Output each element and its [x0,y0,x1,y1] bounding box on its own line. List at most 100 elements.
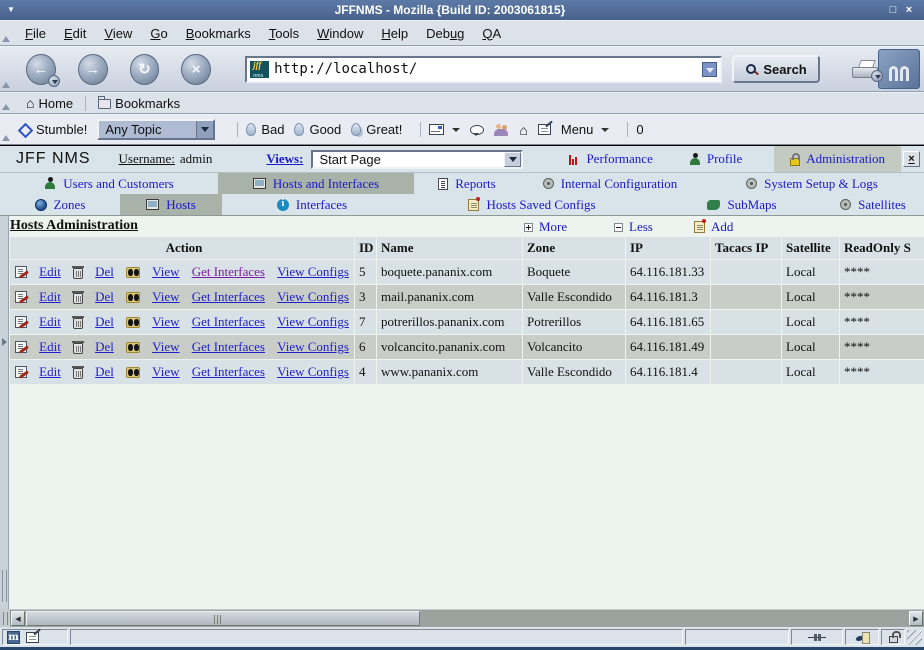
edit-icon[interactable] [15,291,27,303]
trash-icon[interactable] [73,318,83,329]
stumble-home-button[interactable]: ⌂ [519,123,527,137]
friends-button[interactable] [494,124,509,136]
edit-link[interactable]: Edit [39,264,61,280]
add-link[interactable]: Add [694,219,733,235]
get-interfaces-link[interactable]: Get Interfaces [192,264,265,280]
menu-go[interactable]: Go [141,23,176,44]
less-link[interactable]: Less [614,219,653,235]
binoculars-icon[interactable] [126,367,140,378]
home-button[interactable]: ⌂ Home [22,96,77,111]
tab-hosts-and-interfaces[interactable]: Hosts and Interfaces [218,173,414,194]
del-link[interactable]: Del [95,364,114,380]
search-button[interactable]: Search [732,55,819,83]
edit-icon[interactable] [15,366,27,378]
security-panel[interactable] [881,629,905,645]
del-link[interactable]: Del [95,264,114,280]
binoculars-icon[interactable] [126,267,140,278]
rate-good-button[interactable]: Good [294,122,341,137]
mozilla-icon[interactable] [7,631,20,644]
menu-bookmarks[interactable]: Bookmarks [177,23,260,44]
scrollbar-thumb[interactable] [26,611,420,626]
tab-submaps[interactable]: SubMaps [662,194,822,215]
forward-button[interactable]: → [78,54,108,85]
edit-link[interactable]: Edit [39,314,61,330]
administration-link[interactable]: Administration [774,146,901,172]
tab-satellites[interactable]: Satellites [822,194,924,215]
performance-link[interactable]: Performance [567,151,652,167]
edit-link[interactable]: Edit [39,364,61,380]
composer-icon[interactable] [26,632,39,643]
view-link[interactable]: View [152,289,179,305]
reload-button[interactable]: ↻ [130,54,160,85]
cookie-panel[interactable] [845,629,879,645]
trash-icon[interactable] [73,343,83,354]
view-configs-link[interactable]: View Configs [277,264,349,280]
window-menu-icon[interactable]: ▼ [7,6,15,14]
trash-icon[interactable] [73,268,83,279]
chevron-down-icon[interactable] [504,152,521,167]
del-link[interactable]: Del [95,314,114,330]
stumble-button[interactable]: Stumble! [18,122,87,137]
tab-system-setup-logs[interactable]: System Setup & Logs [700,173,924,194]
binoculars-icon[interactable] [126,317,140,328]
online-status-panel[interactable] [791,629,843,645]
view-link[interactable]: View [152,314,179,330]
tab-reports[interactable]: Reports [414,173,520,194]
rate-great-button[interactable]: Great! [351,122,402,137]
back-history-dropdown[interactable] [48,75,60,87]
get-interfaces-link[interactable]: Get Interfaces [192,339,265,355]
sidebar-splitter[interactable] [0,216,9,610]
view-link[interactable]: View [152,264,179,280]
comments-button[interactable] [470,125,484,135]
stop-button[interactable]: × [181,54,211,85]
trash-icon[interactable] [73,368,83,379]
tab-zones[interactable]: Zones [0,194,120,215]
menu-qa[interactable]: QA [473,23,510,44]
del-link[interactable]: Del [95,339,114,355]
menu-debug[interactable]: Debug [417,23,473,44]
url-dropdown-button[interactable] [702,62,717,77]
view-configs-link[interactable]: View Configs [277,339,349,355]
stumble-menu-button[interactable]: Menu [561,122,610,137]
binoculars-icon[interactable] [126,342,140,353]
write-review-button[interactable] [538,124,551,135]
menu-view[interactable]: View [95,23,141,44]
close-view-button[interactable]: × [903,151,920,167]
toolbar-grippy-icon[interactable] [2,82,10,88]
scroll-right-button[interactable]: ▶ [909,611,923,626]
toolbar-grippy-icon[interactable] [2,104,10,110]
view-link[interactable]: View [152,364,179,380]
topic-select[interactable]: Any Topic [97,119,215,140]
tab-interfaces[interactable]: Interfaces [222,194,402,215]
edit-icon[interactable] [15,341,27,353]
profile-link[interactable]: Profile [689,151,742,167]
view-configs-link[interactable]: View Configs [277,314,349,330]
menu-file[interactable]: File [16,23,55,44]
messages-button[interactable] [429,124,460,135]
back-button[interactable]: ← [26,54,56,85]
tab-hosts[interactable]: Hosts [120,194,222,215]
tab-internal-configuration[interactable]: Internal Configuration [520,173,700,194]
rate-bad-button[interactable]: Bad [246,122,284,137]
toolbar-grippy-icon[interactable] [2,36,10,42]
view-link[interactable]: View [152,339,179,355]
more-link[interactable]: More [524,219,567,235]
get-interfaces-link[interactable]: Get Interfaces [192,364,265,380]
url-input[interactable]: http://localhost/ [274,61,697,77]
edit-icon[interactable] [15,266,27,278]
get-interfaces-link[interactable]: Get Interfaces [192,289,265,305]
menu-window[interactable]: Window [308,23,372,44]
views-select[interactable]: Start Page [311,150,523,169]
mozilla-throbber-logo[interactable] [878,49,920,89]
url-bar[interactable]: http://localhost/ [245,56,722,83]
menu-help[interactable]: Help [372,23,417,44]
del-link[interactable]: Del [95,289,114,305]
horizontal-scrollbar[interactable]: ◀ ▶ [0,609,924,627]
views-link[interactable]: Views: [266,151,303,167]
view-configs-link[interactable]: View Configs [277,364,349,380]
resize-grip[interactable] [907,630,922,645]
print-dropdown[interactable] [871,70,883,82]
menu-edit[interactable]: Edit [55,23,95,44]
scroll-left-button[interactable]: ◀ [11,611,25,626]
maximize-button[interactable]: □ [885,4,901,16]
